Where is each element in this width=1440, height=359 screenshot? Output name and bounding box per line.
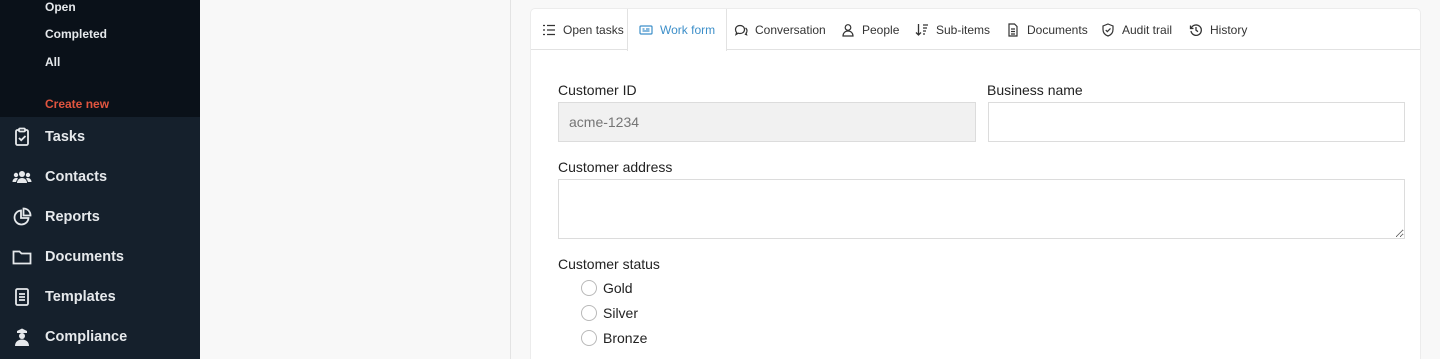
tab-label: People — [862, 22, 900, 37]
sidebar-item-tasks[interactable]: Tasks — [0, 117, 200, 157]
business-name-label: Business name — [987, 82, 1083, 98]
customer-address-field[interactable] — [558, 179, 1405, 239]
radio-label: Gold — [603, 280, 633, 296]
submenu-item-all[interactable]: All — [45, 55, 60, 69]
status-option-silver[interactable]: Silver — [581, 305, 638, 321]
tab-label: Sub-items — [936, 22, 991, 37]
history-icon — [1189, 23, 1202, 36]
submenu-item-completed[interactable]: Completed — [45, 27, 107, 41]
sidebar: Open Completed All Create new Tasks Cont… — [0, 0, 200, 359]
folder-icon — [12, 247, 32, 267]
form-icon — [639, 25, 653, 35]
business-name-field[interactable] — [988, 102, 1405, 142]
customer-status-label: Customer status — [558, 256, 660, 272]
radio-button[interactable] — [581, 330, 597, 346]
tab-sub-items[interactable]: Sub-items — [915, 9, 990, 50]
radio-label: Silver — [603, 305, 639, 321]
work-panel: Open tasks Work form Conversation People… — [531, 9, 1420, 359]
sidebar-item-reports[interactable]: Reports — [0, 197, 200, 237]
sidebar-item-documents[interactable]: Documents — [0, 237, 200, 277]
status-option-bronze[interactable]: Bronze — [581, 330, 647, 346]
tab-audit-trail[interactable]: Audit trail — [1101, 9, 1172, 50]
customer-id-field[interactable] — [558, 102, 976, 142]
submenu-item-create-new[interactable]: Create new — [45, 97, 109, 111]
sidebar-item-label: Compliance — [45, 329, 128, 345]
tab-open-tasks[interactable]: Open tasks — [542, 9, 624, 50]
radio-button[interactable] — [581, 305, 597, 321]
list-icon — [543, 24, 555, 35]
tab-label: Open tasks — [563, 22, 624, 37]
tab-label: History — [1210, 22, 1248, 37]
tab-documents[interactable]: Documents — [1006, 9, 1088, 50]
sidebar-item-label: Documents — [45, 249, 124, 265]
document-icon — [1008, 22, 1018, 37]
radio-button[interactable] — [581, 280, 597, 296]
tab-people[interactable]: People — [841, 9, 899, 50]
users-icon — [12, 167, 32, 187]
sidebar-item-label: Tasks — [45, 129, 86, 145]
tab-conversation[interactable]: Conversation — [734, 9, 826, 50]
tab-label: Documents — [1027, 22, 1088, 37]
file-text-icon — [12, 287, 32, 307]
radio-label: Bronze — [603, 330, 648, 346]
customer-address-label: Customer address — [558, 159, 673, 175]
sidebar-item-compliance[interactable]: Compliance — [0, 317, 200, 357]
submenu-item-open[interactable]: Open — [45, 0, 76, 14]
content-divider — [510, 0, 511, 359]
tab-work-form[interactable]: Work form — [627, 9, 728, 51]
sort-icon — [915, 23, 928, 36]
shield-check-icon — [1102, 22, 1114, 37]
clipboard-check-icon — [12, 127, 32, 147]
tab-label: Work form — [660, 23, 716, 37]
sidebar-item-label: Templates — [45, 289, 116, 305]
sidebar-item-contacts[interactable]: Contacts — [0, 157, 200, 197]
tab-label: Conversation — [755, 22, 826, 37]
tab-history[interactable]: History — [1189, 9, 1247, 50]
sidebar-item-templates[interactable]: Templates — [0, 277, 200, 317]
tab-bar: Open tasks Work form Conversation People… — [531, 9, 1420, 51]
user-shield-icon — [12, 327, 32, 347]
customer-id-label: Customer ID — [558, 82, 637, 98]
tasks-submenu: Open Completed All Create new — [0, 0, 200, 117]
tab-label: Audit trail — [1122, 22, 1173, 37]
status-option-gold[interactable]: Gold — [581, 280, 633, 296]
sidebar-item-label: Contacts — [45, 169, 108, 185]
chat-icon — [734, 24, 748, 36]
sidebar-item-label: Reports — [45, 209, 100, 225]
person-icon — [842, 23, 854, 37]
pie-chart-icon — [12, 207, 32, 227]
